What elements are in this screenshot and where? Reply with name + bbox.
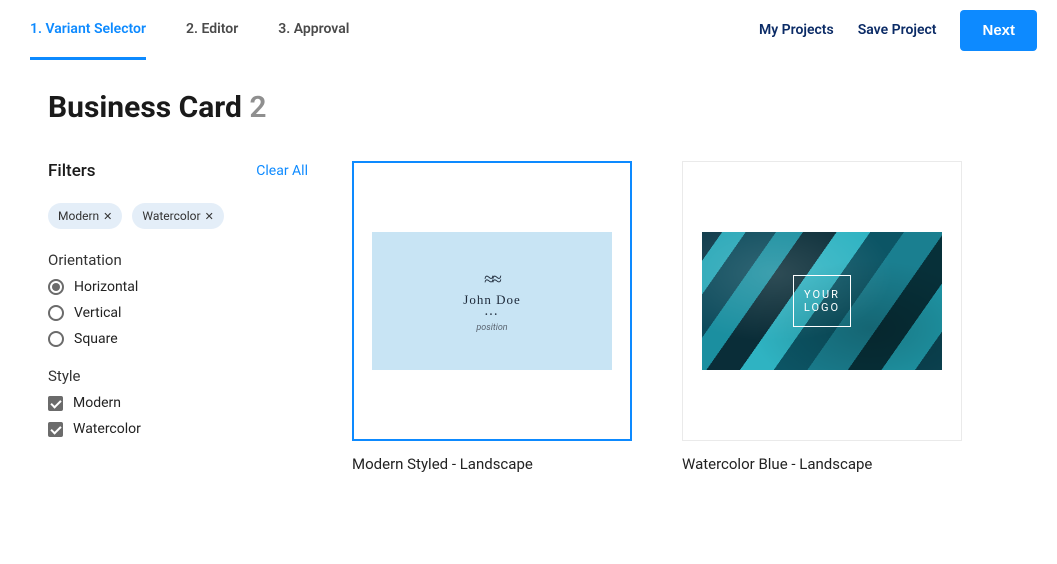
step-approval[interactable]: 3. Approval <box>278 0 349 60</box>
checkbox-label: Watercolor <box>73 421 141 437</box>
top-actions: My Projects Save Project Next <box>759 10 1037 51</box>
card-caption: Watercolor Blue - Landscape <box>682 455 962 473</box>
filters-title: Filters <box>48 161 96 181</box>
card-modern: ≈≈ John Doe ••• position Modern Styled -… <box>352 161 632 473</box>
card-frame[interactable]: YOUR LOGO <box>682 161 962 441</box>
page-title-text: Business Card <box>48 90 242 125</box>
filter-group-orientation: Orientation Horizontal Vertical Square <box>48 251 308 347</box>
chip-modern: Modern ✕ <box>48 203 122 229</box>
page-title: Business Card 2 <box>48 90 1009 125</box>
radio-square[interactable]: Square <box>48 331 308 347</box>
radio-label: Horizontal <box>74 279 138 295</box>
logo-placeholder: YOUR LOGO <box>793 275 851 327</box>
step-tabs: 1. Variant Selector 2. Editor 3. Approva… <box>20 0 349 60</box>
cards-area: ≈≈ John Doe ••• position Modern Styled -… <box>352 161 962 473</box>
card-frame[interactable]: ≈≈ John Doe ••• position <box>352 161 632 441</box>
chip-remove-icon[interactable]: ✕ <box>103 210 112 223</box>
radio-horizontal[interactable]: Horizontal <box>48 279 308 295</box>
logo-line1: YOUR <box>804 288 840 301</box>
chip-label: Watercolor <box>142 209 200 223</box>
logo-line2: LOGO <box>804 301 840 314</box>
radio-vertical[interactable]: Vertical <box>48 305 308 321</box>
my-projects-link[interactable]: My Projects <box>759 22 834 38</box>
radio-icon <box>48 331 64 347</box>
card-watercolor: YOUR LOGO Watercolor Blue - Landscape <box>682 161 962 473</box>
filter-group-style: Style Modern Watercolor <box>48 367 308 437</box>
checkbox-modern[interactable]: Modern <box>48 395 308 411</box>
card-preview: ≈≈ John Doe ••• position <box>372 232 612 370</box>
preview-position: position <box>476 323 507 333</box>
radio-icon <box>48 279 64 295</box>
radio-label: Vertical <box>74 305 121 321</box>
top-bar: 1. Variant Selector 2. Editor 3. Approva… <box>0 0 1057 60</box>
flourish-icon: ≈≈ <box>484 269 500 290</box>
checkbox-label: Modern <box>73 395 121 411</box>
chip-remove-icon[interactable]: ✕ <box>205 210 214 223</box>
result-count: 2 <box>249 90 266 125</box>
radio-icon <box>48 305 64 321</box>
radio-label: Square <box>74 331 118 347</box>
chip-watercolor: Watercolor ✕ <box>132 203 223 229</box>
filters-header: Filters Clear All <box>48 161 308 181</box>
card-caption: Modern Styled - Landscape <box>352 455 632 473</box>
filter-group-title: Style <box>48 367 308 385</box>
dots-icon: ••• <box>485 310 499 319</box>
checkbox-icon <box>48 396 63 411</box>
filters-panel: Filters Clear All Modern ✕ Watercolor ✕ … <box>48 161 308 473</box>
card-preview: YOUR LOGO <box>702 232 942 370</box>
checkbox-watercolor[interactable]: Watercolor <box>48 421 308 437</box>
checkbox-icon <box>48 422 63 437</box>
step-variant-selector[interactable]: 1. Variant Selector <box>30 0 146 60</box>
main-row: Filters Clear All Modern ✕ Watercolor ✕ … <box>48 161 1009 473</box>
save-project-link[interactable]: Save Project <box>858 22 937 38</box>
content-area: Business Card 2 Filters Clear All Modern… <box>0 60 1057 473</box>
filter-group-title: Orientation <box>48 251 308 269</box>
preview-name: John Doe <box>463 292 520 308</box>
next-button[interactable]: Next <box>960 10 1037 51</box>
clear-all-link[interactable]: Clear All <box>256 163 308 179</box>
step-editor[interactable]: 2. Editor <box>186 0 238 60</box>
chip-label: Modern <box>58 209 99 223</box>
filter-chips: Modern ✕ Watercolor ✕ <box>48 203 308 229</box>
